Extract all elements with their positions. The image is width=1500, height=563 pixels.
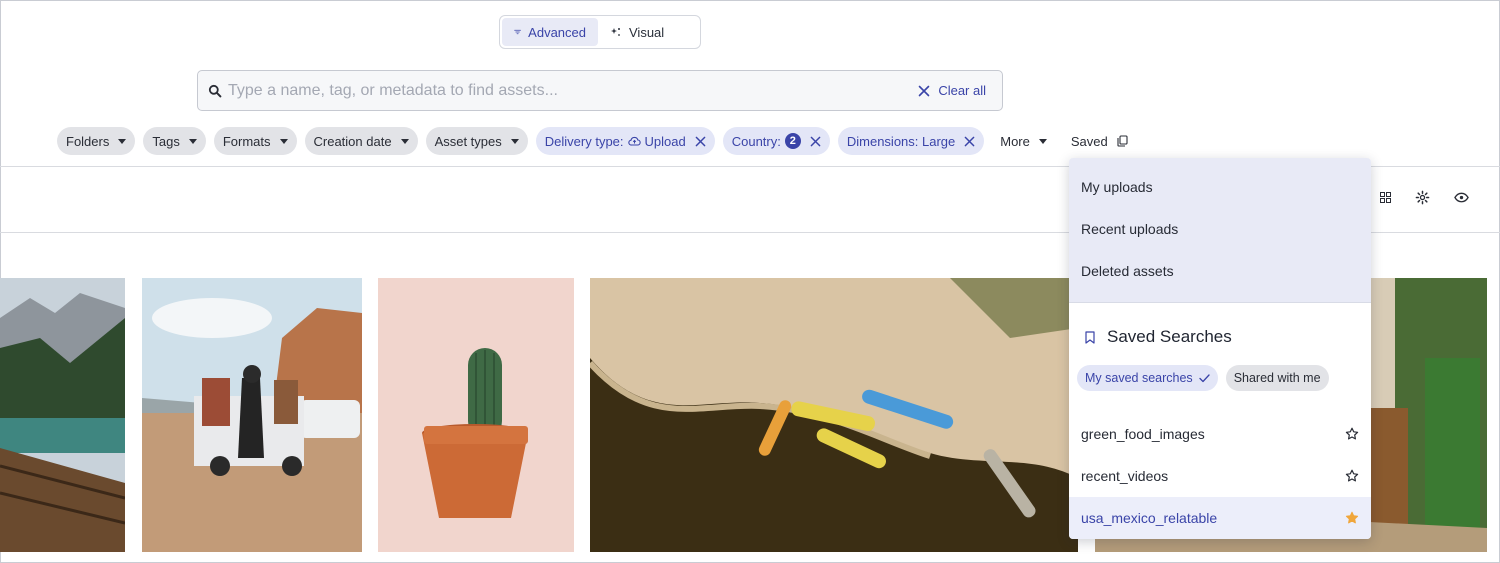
menu-item-my-uploads[interactable]: My uploads bbox=[1069, 166, 1371, 208]
clear-all-label: Clear all bbox=[938, 83, 986, 98]
remove-filter-icon[interactable] bbox=[695, 136, 706, 147]
asset-thumbnail-lake[interactable] bbox=[0, 278, 125, 552]
filter-label: Formats bbox=[222, 133, 271, 149]
saved-searches-dropdown: My uploads Recent uploads Deleted assets… bbox=[1069, 158, 1371, 539]
filter-label: Country: bbox=[731, 133, 781, 149]
filter-label: Dimensions: Large bbox=[846, 133, 956, 149]
view-toolbar bbox=[1380, 190, 1469, 205]
saved-search-item[interactable]: recent_videos bbox=[1069, 455, 1371, 497]
asset-thumbnail-truck[interactable] bbox=[142, 278, 362, 552]
saved-search-name: usa_mexico_relatable bbox=[1081, 510, 1218, 526]
asset-thumbnail-cactus[interactable] bbox=[378, 278, 574, 552]
saved-searches-header: Saved Searches bbox=[1069, 327, 1371, 347]
saved-searches-list: green_food_images recent_videos usa_mexi… bbox=[1069, 413, 1371, 539]
asset-search-bar: Clear all bbox=[197, 70, 1003, 111]
more-filters-button[interactable]: More bbox=[992, 127, 1055, 155]
filter-label: Asset types bbox=[434, 133, 502, 149]
preview-eye-icon[interactable] bbox=[1454, 192, 1469, 203]
caret-down-icon bbox=[279, 138, 288, 144]
saved-search-item[interactable]: usa_mexico_relatable bbox=[1069, 497, 1371, 539]
star-filled-icon[interactable] bbox=[1345, 511, 1359, 525]
filter-bar: Folders Tags Formats Creation date Asset… bbox=[57, 127, 1136, 155]
menu-item-recent-uploads[interactable]: Recent uploads bbox=[1069, 208, 1371, 250]
advanced-mode-button[interactable]: Advanced bbox=[502, 18, 598, 46]
caret-down-icon bbox=[1038, 138, 1047, 144]
caret-down-icon bbox=[400, 138, 409, 144]
filter-formats[interactable]: Formats bbox=[213, 127, 297, 155]
cloud-upload-icon bbox=[627, 136, 641, 146]
tab-label: My saved searches bbox=[1085, 371, 1193, 385]
close-icon bbox=[919, 85, 930, 96]
filter-asset-types[interactable]: Asset types bbox=[425, 127, 528, 155]
settings-gear-icon[interactable] bbox=[1415, 190, 1430, 205]
advanced-mode-label: Advanced bbox=[528, 24, 586, 40]
search-input[interactable] bbox=[228, 81, 919, 100]
filter-folders[interactable]: Folders bbox=[57, 127, 136, 155]
filter-label: Folders bbox=[66, 133, 110, 149]
filter-dimensions[interactable]: Dimensions: Large bbox=[837, 127, 985, 155]
saved-search-name: recent_videos bbox=[1081, 468, 1169, 484]
clear-all-button[interactable]: Clear all bbox=[918, 83, 992, 98]
filter-delivery-type[interactable]: Delivery type: Upload bbox=[535, 127, 715, 155]
grid-view-icon[interactable] bbox=[1380, 192, 1391, 203]
remove-filter-icon[interactable] bbox=[810, 136, 821, 147]
quick-links-section: My uploads Recent uploads Deleted assets bbox=[1069, 158, 1371, 303]
more-label: More bbox=[1000, 133, 1030, 149]
star-outline-icon[interactable] bbox=[1345, 427, 1359, 441]
filter-icon bbox=[514, 29, 521, 35]
saved-searches-title: Saved Searches bbox=[1107, 327, 1232, 346]
filter-label: Tags bbox=[152, 133, 180, 149]
saved-label: Saved bbox=[1070, 133, 1108, 149]
filter-label: Creation date bbox=[313, 133, 392, 149]
saved-searches-button[interactable]: Saved bbox=[1063, 127, 1136, 155]
saved-search-name: green_food_images bbox=[1081, 426, 1205, 442]
sparkle-icon bbox=[611, 28, 620, 36]
filter-label: Delivery type: bbox=[544, 133, 624, 149]
check-icon bbox=[1199, 373, 1210, 382]
caret-down-icon bbox=[510, 138, 519, 144]
tab-shared-with-me[interactable]: Shared with me bbox=[1225, 365, 1329, 391]
visual-mode-label: Visual bbox=[629, 24, 665, 40]
visual-mode-button[interactable]: Visual bbox=[598, 18, 676, 46]
filter-value: Upload bbox=[644, 133, 686, 149]
saved-search-item[interactable]: green_food_images bbox=[1069, 413, 1371, 455]
caret-down-icon bbox=[188, 138, 197, 144]
selected-count-badge: 2 bbox=[784, 133, 801, 149]
search-mode-toggle: Advanced Visual bbox=[499, 15, 701, 49]
saved-searches-tabs: My saved searches Shared with me bbox=[1069, 365, 1371, 391]
menu-item-deleted-assets[interactable]: Deleted assets bbox=[1069, 250, 1371, 292]
tab-label: Shared with me bbox=[1233, 371, 1321, 385]
search-icon bbox=[208, 84, 222, 97]
remove-filter-icon[interactable] bbox=[964, 136, 975, 147]
bookmark-icon bbox=[1085, 330, 1095, 344]
star-outline-icon[interactable] bbox=[1345, 469, 1359, 483]
asset-thumbnail-boats[interactable] bbox=[590, 278, 1078, 552]
filter-tags[interactable]: Tags bbox=[143, 127, 206, 155]
filter-creation-date[interactable]: Creation date bbox=[304, 127, 418, 155]
copy-icon bbox=[1117, 135, 1128, 147]
filter-country[interactable]: Country: 2 bbox=[722, 127, 830, 155]
tab-my-saved-searches[interactable]: My saved searches bbox=[1077, 365, 1218, 391]
caret-down-icon bbox=[118, 138, 127, 144]
